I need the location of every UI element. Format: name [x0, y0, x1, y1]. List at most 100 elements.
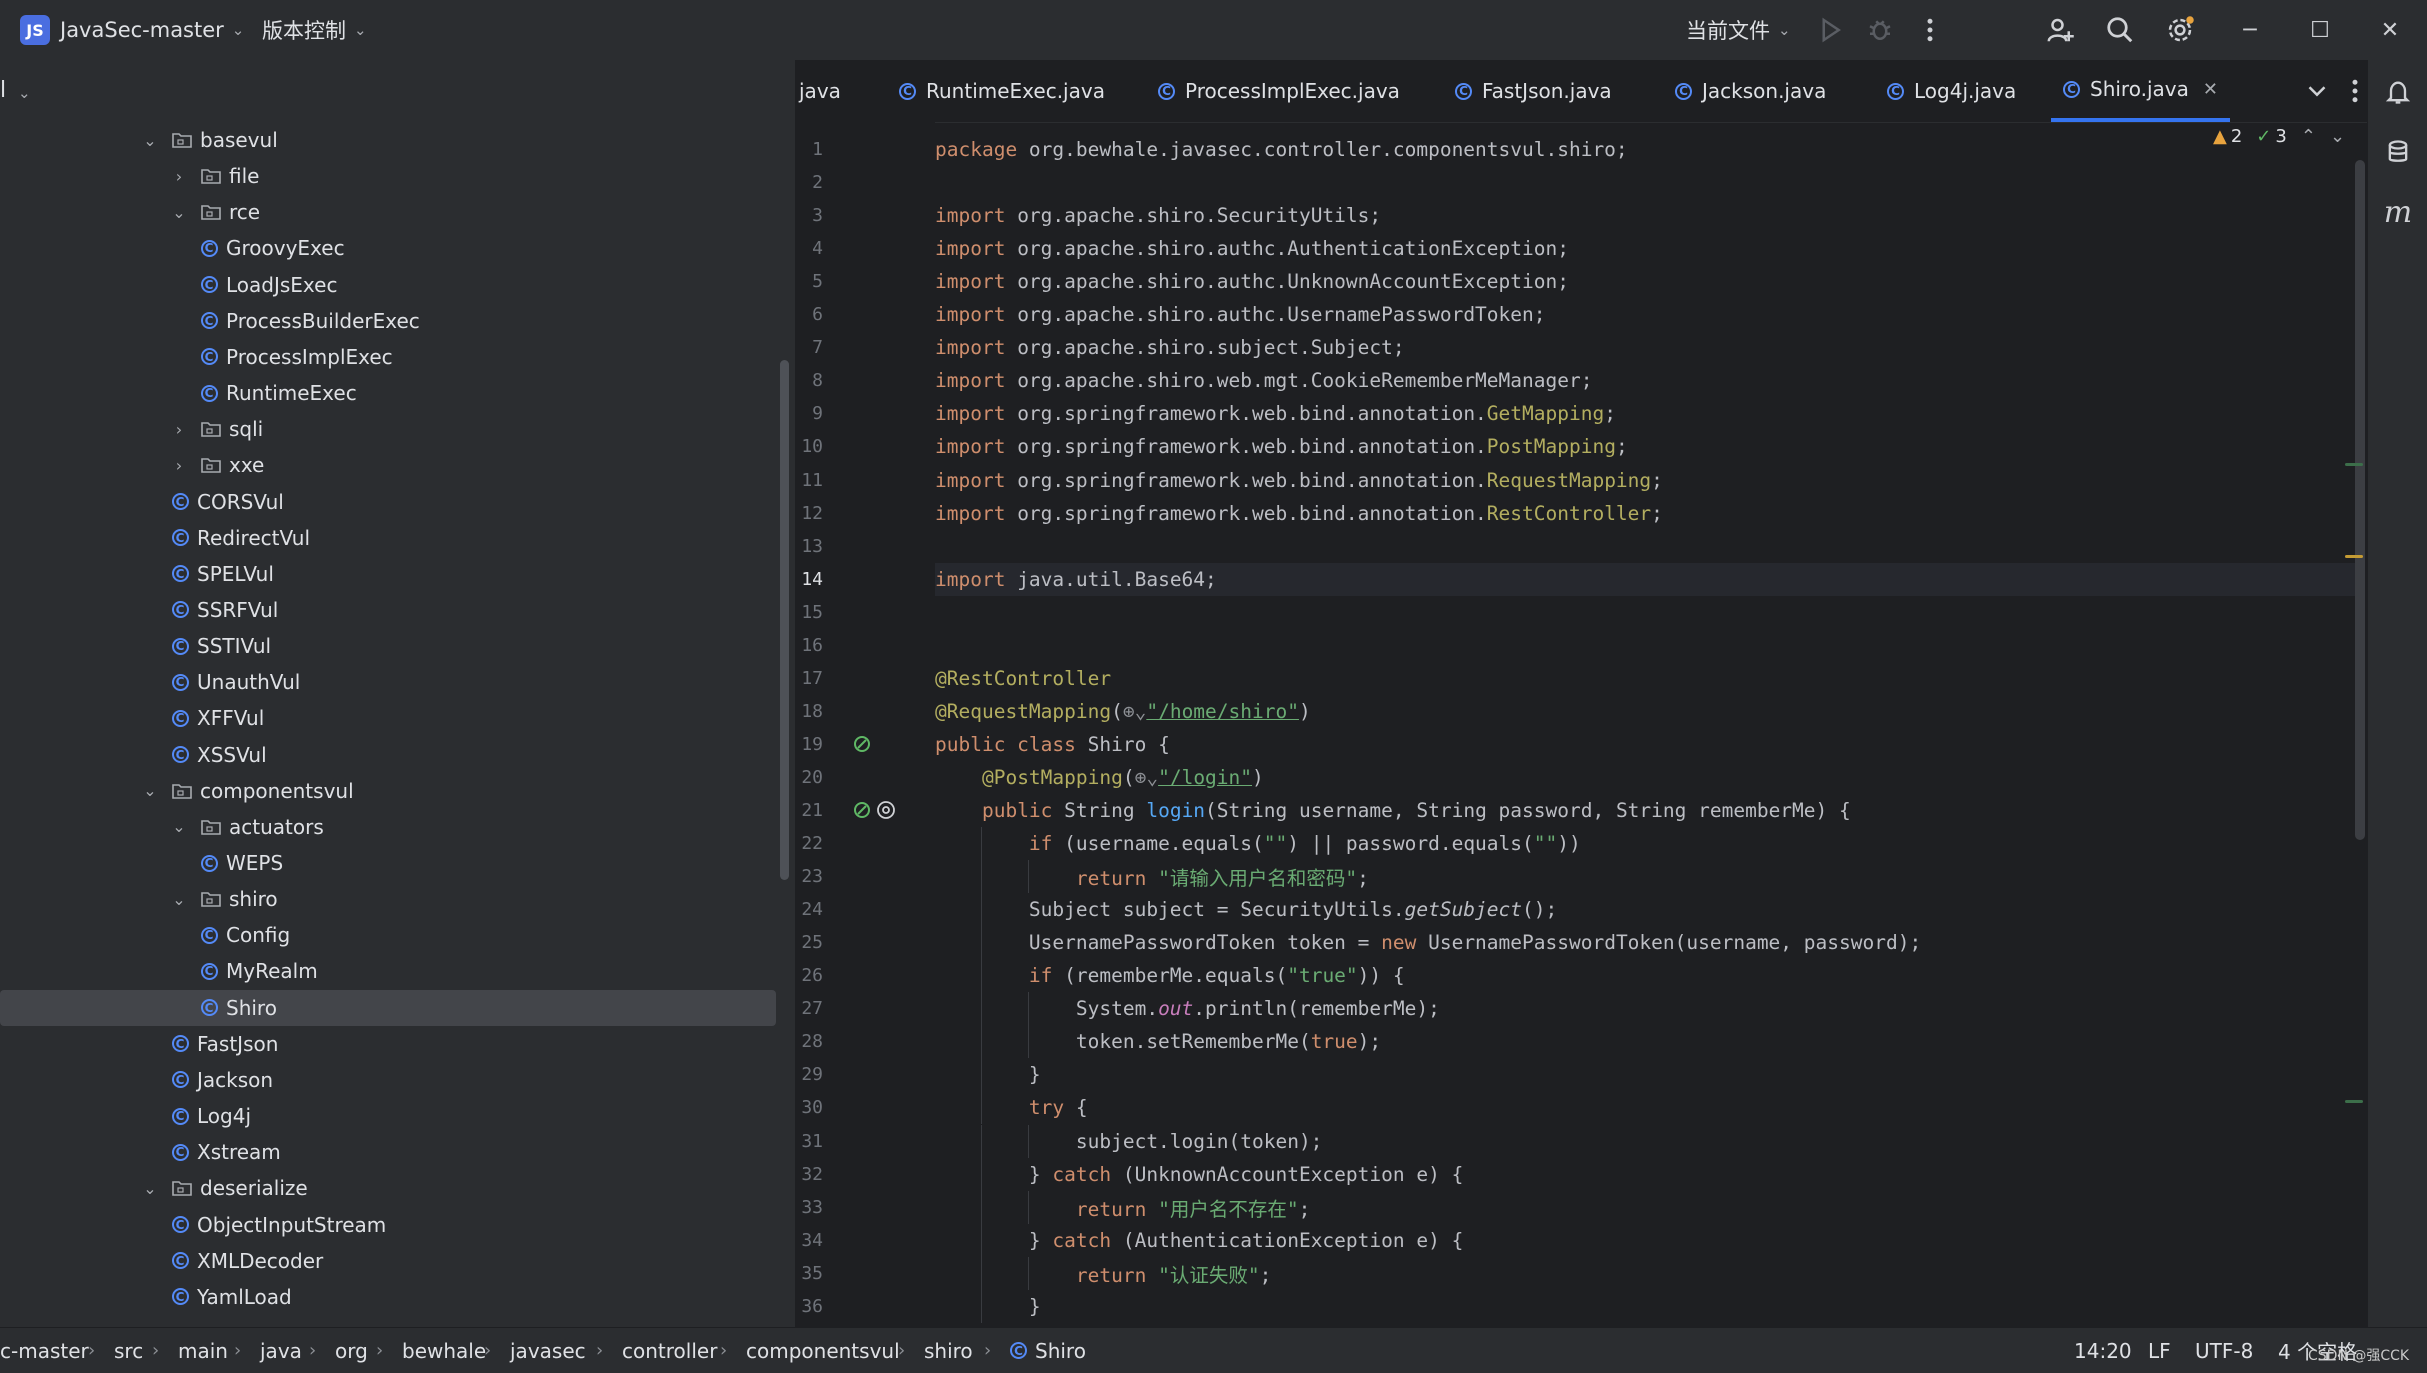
debug-icon[interactable]: [1862, 12, 1898, 48]
run-config-selector[interactable]: 当前文件 ⌄: [1686, 0, 1791, 60]
tree-folder[interactable]: › xxe: [0, 447, 776, 483]
warning-marker[interactable]: [2345, 555, 2363, 558]
code-line[interactable]: return "用户名不存在";: [935, 1190, 2355, 1224]
code-line[interactable]: }: [935, 1058, 2355, 1092]
chevron-down-icon[interactable]: ⌄: [140, 773, 160, 809]
code-line[interactable]: import org.springframework.web.bind.anno…: [935, 430, 2355, 463]
spring-bean-icon[interactable]: [851, 799, 873, 821]
tree-class[interactable]: C WEPS: [0, 845, 776, 881]
code-line[interactable]: public class Shiro {: [935, 728, 2355, 761]
code-line[interactable]: import java.util.Base64;: [935, 562, 2355, 596]
code-line[interactable]: import org.springframework.web.bind.anno…: [935, 464, 2355, 497]
breadcrumb-item[interactable]: javasec: [510, 1328, 586, 1373]
tree-class[interactable]: C SSTIVul: [0, 628, 776, 664]
tree-class[interactable]: C RuntimeExec: [0, 375, 776, 411]
breadcrumb-item[interactable]: bewhale: [402, 1328, 486, 1373]
tree-folder[interactable]: ⌄ basevul: [0, 122, 776, 158]
search-icon[interactable]: [2102, 12, 2138, 48]
database-icon[interactable]: [2380, 134, 2416, 170]
tree-class[interactable]: C ProcessImplExec: [0, 339, 776, 375]
tree-class[interactable]: C XMLDecoder: [0, 1243, 776, 1279]
endpoint-at-icon[interactable]: [875, 799, 897, 821]
project-badge[interactable]: JS: [20, 15, 50, 45]
breadcrumb-item[interactable]: src: [114, 1328, 143, 1373]
tree-folder[interactable]: › file: [0, 158, 776, 194]
breadcrumb-item[interactable]: java: [260, 1328, 302, 1373]
editor-tab[interactable]: C FastJson.java: [1455, 60, 1612, 122]
tree-folder[interactable]: ⌄ componentsvul: [0, 773, 776, 809]
minimize-button[interactable]: ─: [2216, 0, 2284, 60]
breadcrumb-item[interactable]: org: [335, 1328, 368, 1373]
code-line[interactable]: } catch (UnknownAccountException e) {: [935, 1157, 2355, 1191]
tree-folder[interactable]: › sqli: [0, 411, 776, 447]
notifications-bell-icon[interactable]: [2380, 74, 2416, 110]
editor-scrollbar[interactable]: [2355, 160, 2365, 840]
tree-class[interactable]: C Jackson: [0, 1062, 776, 1098]
code-line[interactable]: }: [935, 1289, 2355, 1323]
tree-class[interactable]: C LoadJsExec: [0, 267, 776, 303]
code-line[interactable]: [935, 530, 2355, 563]
tree-class[interactable]: C UnauthVul: [0, 664, 776, 700]
tree-class[interactable]: C SPELVul: [0, 556, 776, 592]
close-window-button[interactable]: ✕: [2356, 0, 2424, 60]
code-line[interactable]: import org.apache.shiro.authc.Authentica…: [935, 232, 2355, 265]
tree-class[interactable]: C Config: [0, 917, 776, 953]
tree-folder[interactable]: ⌄ rce: [0, 194, 776, 230]
code-line[interactable]: } catch (AuthenticationException e) {: [935, 1223, 2355, 1257]
code-line[interactable]: import org.apache.shiro.web.mgt.CookieRe…: [935, 364, 2355, 397]
tree-class[interactable]: C XSSVul: [0, 737, 776, 773]
maven-icon[interactable]: m: [2380, 194, 2416, 230]
code-line[interactable]: import org.springframework.web.bind.anno…: [935, 397, 2355, 430]
line-separator[interactable]: LF: [2148, 1328, 2171, 1373]
code-area[interactable]: package org.bewhale.javasec.controller.c…: [935, 122, 2355, 1327]
code-line[interactable]: [935, 166, 2355, 199]
breadcrumb-item[interactable]: componentsvul: [746, 1328, 900, 1373]
tree-class[interactable]: C XFFVul: [0, 700, 776, 736]
chevron-down-icon[interactable]: ⌄: [169, 809, 189, 845]
chevron-down-icon[interactable]: ⌄: [169, 194, 189, 230]
code-line[interactable]: UsernamePasswordToken token = new Userna…: [935, 926, 2355, 960]
chevron-down-icon[interactable]: [2299, 73, 2335, 109]
breadcrumb-item[interactable]: shiro: [924, 1328, 973, 1373]
chevron-right-icon[interactable]: ›: [169, 447, 189, 483]
breadcrumb-item[interactable]: main: [178, 1328, 228, 1373]
tree-folder[interactable]: ⌄ deserialize: [0, 1170, 776, 1206]
editor-tab[interactable]: C Shiro.java ✕: [2051, 60, 2230, 122]
tree-class[interactable]: C MyRealm: [0, 953, 776, 989]
editor-tab[interactable]: C ProcessImplExec.java: [1158, 60, 1400, 122]
tree-class[interactable]: C Log4j: [0, 1098, 776, 1134]
run-icon[interactable]: [1812, 12, 1848, 48]
tree-class[interactable]: C CORSVul: [0, 484, 776, 520]
tree-class[interactable]: C ProcessBuilderExec: [0, 303, 776, 339]
code-line[interactable]: return "请输入用户名和密码";: [935, 860, 2355, 894]
code-line[interactable]: if (rememberMe.equals("true")) {: [935, 959, 2355, 993]
caret-position[interactable]: 14:20: [2074, 1328, 2132, 1373]
maximize-button[interactable]: ☐: [2286, 0, 2354, 60]
chevron-down-icon[interactable]: ⌄: [140, 122, 160, 158]
tree-class[interactable]: C FastJson: [0, 1026, 776, 1062]
code-line[interactable]: [935, 596, 2355, 629]
code-line[interactable]: import org.apache.shiro.authc.UnknownAcc…: [935, 265, 2355, 298]
tree-class[interactable]: C RedirectVul: [0, 520, 776, 556]
code-line[interactable]: [935, 629, 2355, 662]
breadcrumb-item[interactable]: controller: [622, 1328, 717, 1373]
change-marker[interactable]: [2345, 463, 2363, 466]
chevron-down-icon[interactable]: ⌄: [169, 881, 189, 917]
code-line[interactable]: import org.apache.shiro.SecurityUtils;: [935, 199, 2355, 232]
vcs-menu[interactable]: 版本控制 ⌄: [262, 0, 367, 60]
code-line[interactable]: import org.apache.shiro.subject.Subject;: [935, 331, 2355, 364]
chevron-right-icon[interactable]: ›: [169, 158, 189, 194]
breadcrumb-item[interactable]: C Shiro: [1010, 1328, 1086, 1373]
more-vertical-icon[interactable]: [1912, 12, 1948, 48]
tree-class[interactable]: C YamlLoad: [0, 1279, 776, 1315]
tree-folder[interactable]: ⌄ actuators: [0, 809, 776, 845]
chevron-right-icon[interactable]: ›: [169, 411, 189, 447]
code-line[interactable]: @RequestMapping(⊕⌄"/home/shiro"): [935, 695, 2355, 728]
breadcrumb-item[interactable]: c-master: [0, 1328, 89, 1373]
editor-tab[interactable]: java: [799, 60, 841, 122]
code-line[interactable]: System.out.println(rememberMe);: [935, 992, 2355, 1026]
code-line[interactable]: token.setRememberMe(true);: [935, 1025, 2355, 1059]
code-line[interactable]: package org.bewhale.javasec.controller.c…: [935, 133, 2355, 166]
editor-tab[interactable]: C Log4j.java: [1887, 60, 2016, 122]
tree-class[interactable]: C Shiro: [0, 989, 776, 1026]
